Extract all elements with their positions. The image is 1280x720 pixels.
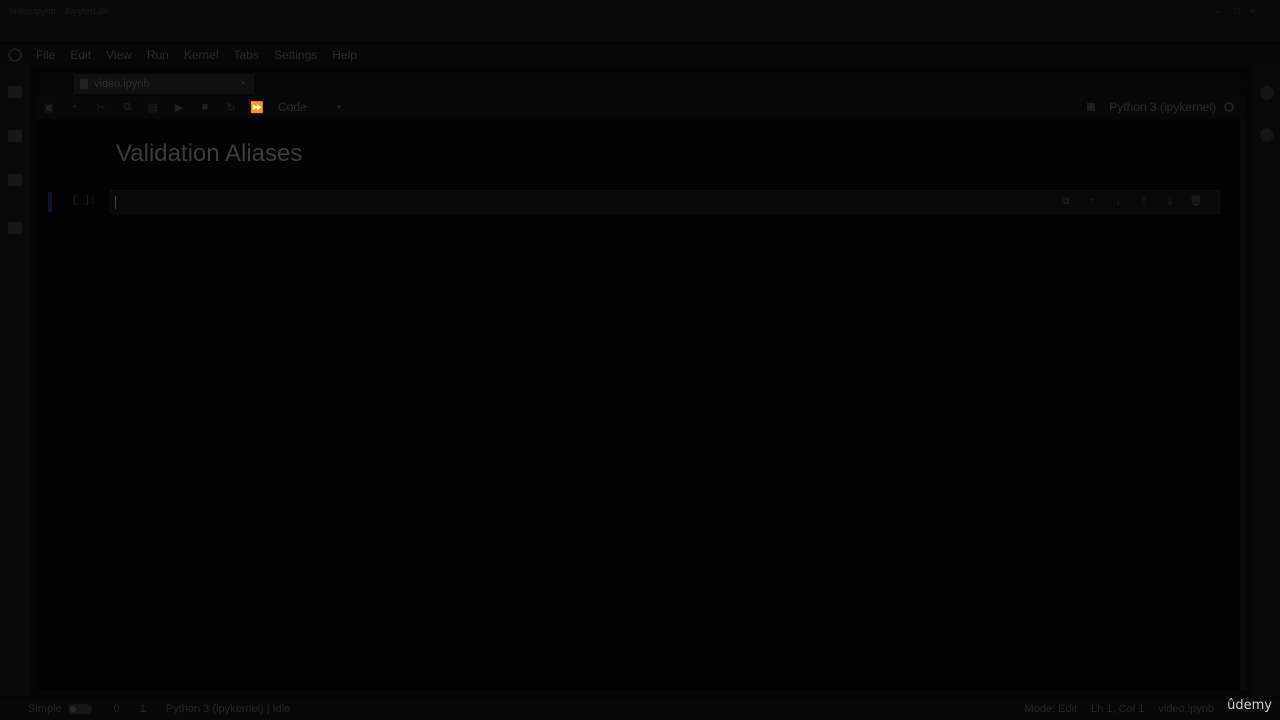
markdown-heading[interactable]: Validation Aliases	[116, 140, 302, 168]
menu-run[interactable]: Run	[147, 48, 169, 62]
chevron-down-icon[interactable]: ▾	[337, 102, 342, 113]
tab-video-notebook[interactable]: video.ipynb ×	[74, 74, 254, 94]
tab-label: video.ipynb	[94, 78, 150, 90]
cursor-position[interactable]: Ln 1, Col 1	[1091, 703, 1144, 715]
property-inspector-icon[interactable]	[1260, 86, 1274, 100]
run-icon[interactable]: ▶	[166, 101, 192, 114]
menu-bar: File Edit View Run Kernel Tabs Settings …	[0, 44, 1280, 66]
file-browser-icon[interactable]	[8, 86, 22, 98]
save-icon[interactable]: ▣	[36, 101, 62, 114]
tab-bar: video.ipynb ×	[36, 74, 1246, 94]
window-title: video.ipynb - JupyterLab	[10, 6, 109, 16]
running-kernels-icon[interactable]	[8, 130, 22, 142]
debugger-icon[interactable]	[1260, 128, 1274, 142]
move-down-icon[interactable]: ↓	[1105, 196, 1131, 207]
cut-icon[interactable]: ✂	[88, 101, 114, 114]
insert-above-icon[interactable]: ⤒	[1131, 196, 1157, 207]
code-cell[interactable]: [ ]: ⧉ ↑ ↓ ⤒ ⤓ 🗑	[48, 190, 1228, 216]
simple-mode-label: Simple	[28, 703, 62, 715]
menu-view[interactable]: View	[106, 48, 132, 62]
maximize-icon[interactable]: □	[1234, 6, 1239, 16]
terminal-count[interactable]: 0	[114, 703, 120, 715]
restart-icon[interactable]: ↻	[218, 101, 244, 114]
kernel-status-icon	[1224, 102, 1234, 112]
table-of-contents-icon[interactable]	[8, 174, 22, 186]
move-up-icon[interactable]: ↑	[1079, 196, 1105, 207]
scrollbar[interactable]	[1240, 120, 1246, 690]
notebook-icon	[80, 79, 88, 89]
add-cell-icon[interactable]: +	[62, 101, 88, 113]
close-tab-icon[interactable]: ×	[240, 78, 246, 89]
browser-toolbar	[0, 22, 1280, 42]
cell-toolbar: ⧉ ↑ ↓ ⤒ ⤓ 🗑	[1053, 196, 1209, 207]
menu-file[interactable]: File	[36, 48, 55, 62]
cell-prompt: [ ]:	[72, 196, 97, 207]
close-window-icon[interactable]: ×	[1250, 6, 1255, 16]
menu-kernel[interactable]: Kernel	[184, 48, 219, 62]
text-cursor	[115, 196, 116, 209]
kernel-count[interactable]: 1	[140, 703, 146, 715]
jupyter-logo-icon	[8, 48, 22, 62]
insert-below-icon[interactable]: ⤓	[1157, 196, 1183, 207]
udemy-watermark: ûdemy	[1227, 698, 1272, 713]
minimize-icon[interactable]: –	[1216, 6, 1221, 16]
menu-tabs[interactable]: Tabs	[234, 48, 259, 62]
kernel-area: Python 3 (ipykernel)	[1087, 100, 1234, 114]
cell-type-select[interactable]: Code	[278, 100, 307, 114]
kernel-name[interactable]: Python 3 (ipykernel)	[1109, 100, 1216, 114]
status-bar: Simple 0 1 Python 3 (ipykernel) | Idle M…	[0, 698, 1280, 720]
menu-settings[interactable]: Settings	[274, 48, 317, 62]
notebook-toolbar: ▣ + ✂ ⧉ ▤ ▶ ■ ↻ ⏩ Code ▾ Python 3 (ipyke…	[36, 96, 1246, 118]
menu-edit[interactable]: Edit	[70, 48, 91, 62]
code-input[interactable]: ⧉ ↑ ↓ ⤒ ⤓ 🗑	[110, 190, 1220, 214]
notebook-panel: Validation Aliases [ ]: ⧉ ↑ ↓ ⤒ ⤓ 🗑	[36, 120, 1240, 690]
paste-icon[interactable]: ▤	[140, 101, 166, 114]
fast-forward-icon[interactable]: ⏩	[244, 101, 270, 114]
duplicate-cell-icon[interactable]: ⧉	[1053, 196, 1079, 207]
simple-mode-toggle[interactable]	[67, 704, 92, 714]
menu-help[interactable]: Help	[332, 48, 357, 62]
kernel-icon	[1087, 103, 1096, 111]
file-name: video.ipynb	[1158, 703, 1214, 715]
title-bar: video.ipynb - JupyterLab – □ ×	[0, 0, 1280, 22]
copy-icon[interactable]: ⧉	[114, 101, 140, 114]
cell-collapser[interactable]	[48, 192, 52, 212]
delete-cell-icon[interactable]: 🗑	[1183, 196, 1209, 207]
kernel-status[interactable]: Python 3 (ipykernel) | Idle	[166, 703, 291, 715]
left-sidebar	[0, 66, 30, 696]
status-right: Mode: Edit Ln 1, Col 1 video.ipynb	[1011, 703, 1214, 715]
mode-indicator: Mode: Edit	[1024, 703, 1078, 715]
stop-icon[interactable]: ■	[192, 101, 218, 113]
extensions-icon[interactable]	[8, 222, 22, 234]
right-sidebar	[1252, 66, 1280, 696]
